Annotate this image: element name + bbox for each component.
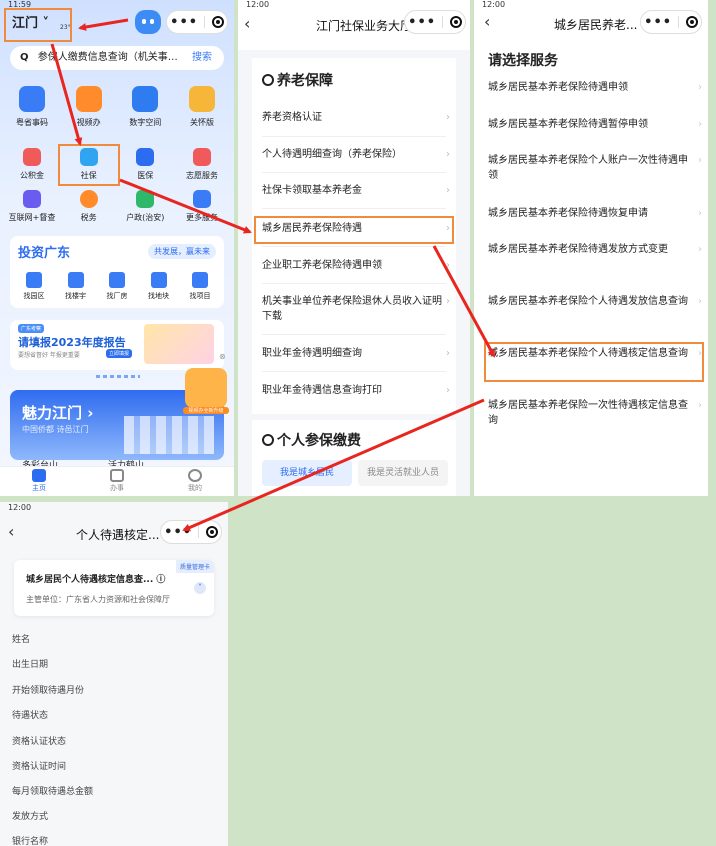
step-arrows: [50, 18, 496, 532]
arrow-to-city: [78, 18, 129, 31]
arrow-to-social-security: [50, 43, 83, 146]
arrow-to-result-page: [182, 398, 485, 532]
arrow-to-benefit-verification: [432, 245, 496, 358]
arrow-to-rural-pension: [119, 178, 252, 234]
